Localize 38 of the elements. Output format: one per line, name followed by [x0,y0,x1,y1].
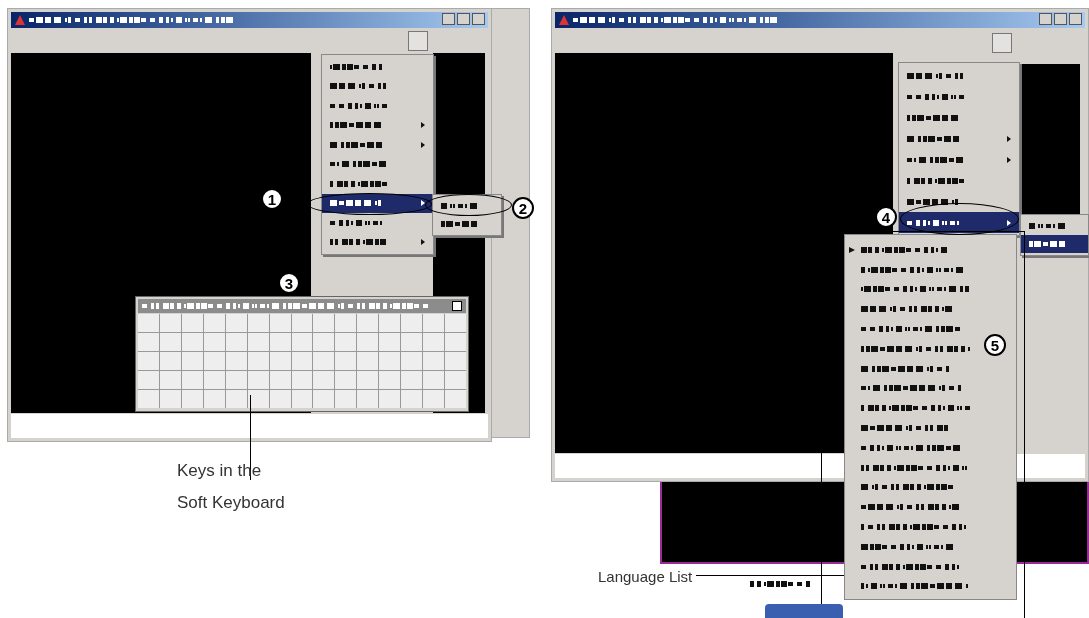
submenu-arrow-icon [1007,219,1011,226]
keyboard-key[interactable] [247,390,269,408]
window-control-button[interactable] [1069,13,1082,25]
blurred-text-drawing [330,218,385,227]
menu-item[interactable] [1021,235,1088,253]
menu-item[interactable] [899,212,1019,233]
blurred-text-drawing [330,238,387,247]
blurred-text-drawing [1029,240,1068,248]
blurred-text-drawing [907,218,962,227]
blurred-text-drawing [330,62,384,71]
blurred-text-drawing [330,101,389,110]
window-control-button[interactable] [442,13,455,25]
window-control-button[interactable] [1039,13,1052,25]
submenu-arrow-icon [1007,156,1011,163]
toolbar-button[interactable] [992,33,1012,53]
window-control-button[interactable] [472,13,485,25]
blurred-text-drawing [907,155,965,164]
window-control-button[interactable] [1054,13,1067,25]
blurred-text-drawing [907,134,962,143]
blurred-text-drawing [907,92,966,101]
blurred-text-drawing [750,580,813,588]
check-mark-icon [849,246,855,253]
blurred-text-drawing [441,220,480,228]
submenu-arrow-icon [421,122,425,129]
blurred-text-drawing [330,160,388,169]
submenu-arrow-icon [1007,135,1011,142]
submenu-arrow-icon [421,141,425,148]
app-logo-icon [559,15,569,25]
blurred-text-drawing [330,140,385,149]
toolbar-button[interactable] [408,31,428,51]
callout-number: 2 [512,197,534,219]
window-control-button[interactable] [457,13,470,25]
menu-item[interactable] [322,193,433,213]
submenu-arrow-icon [421,200,425,207]
submenu-arrow-icon [421,239,425,246]
app-logo-icon [15,15,25,25]
caption: Soft Keyboard [177,492,285,514]
close-icon[interactable] [452,301,462,311]
